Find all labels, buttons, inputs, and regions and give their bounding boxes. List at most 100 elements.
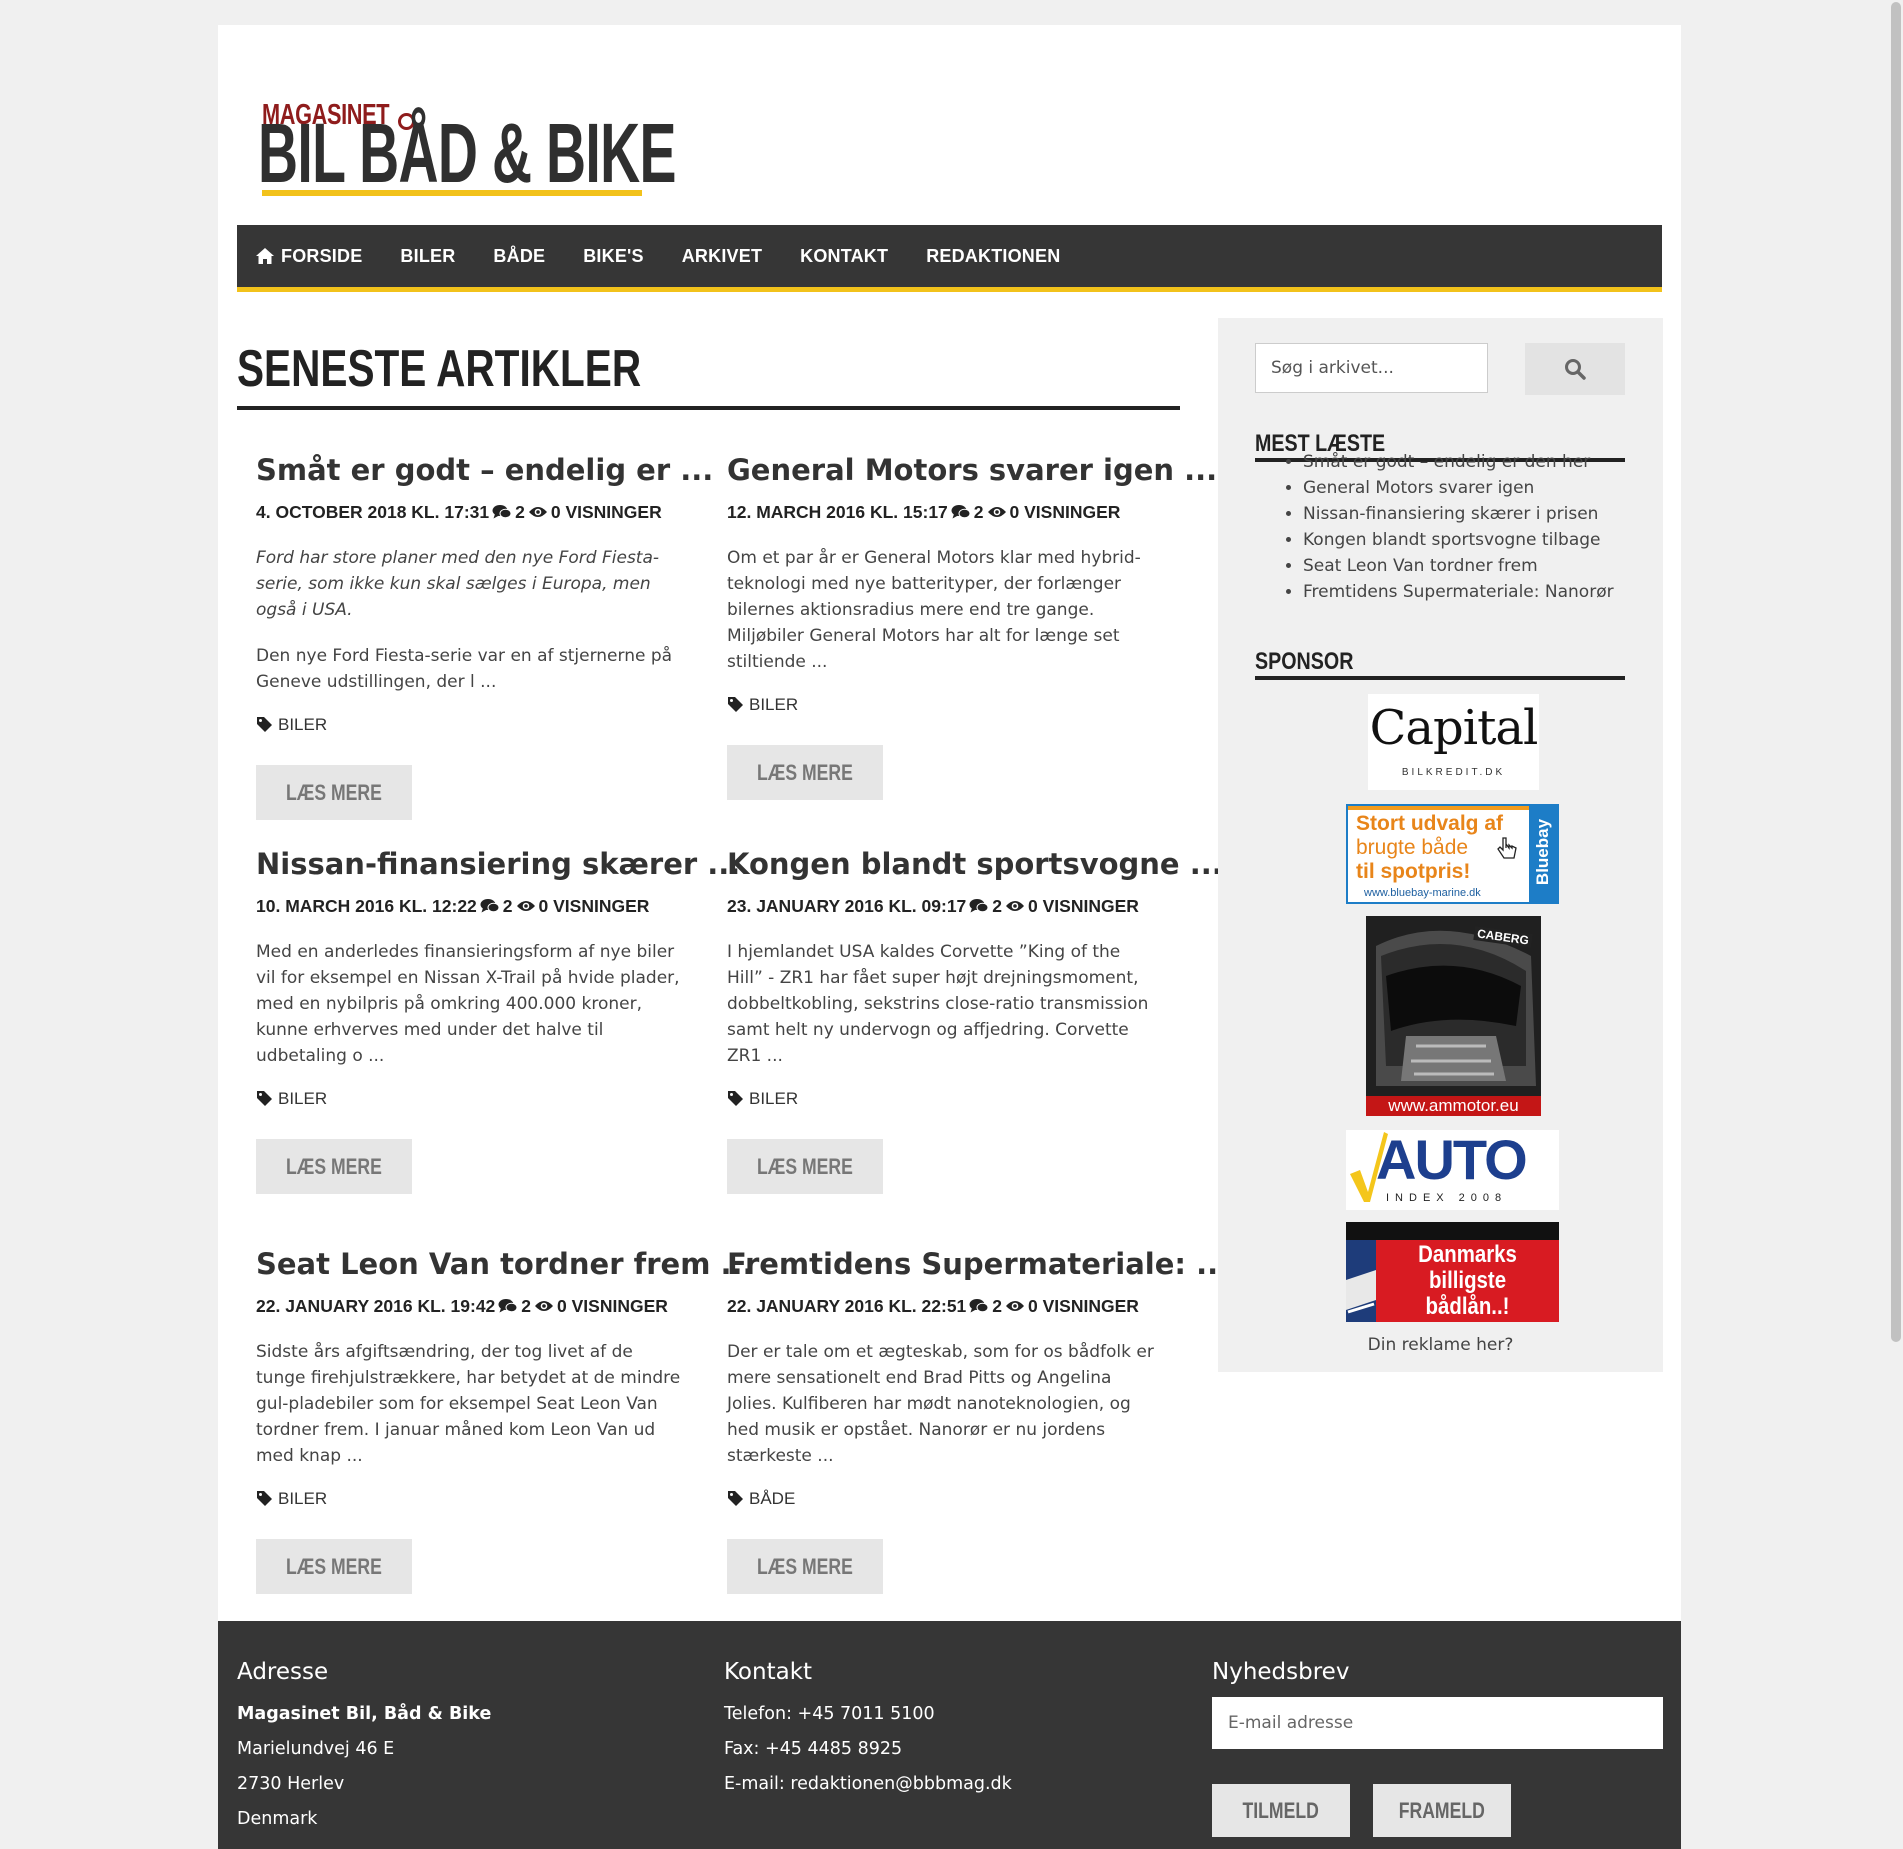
article-card: Nissan-finansiering skærer ... 10. MARCH… xyxy=(256,847,740,1194)
baadlaan-line1: Danmarks xyxy=(1418,1241,1517,1268)
capital-sub: BILKREDIT.DK xyxy=(1401,767,1506,778)
footer-phone[interactable]: Telefon: +45 7011 5100 xyxy=(724,1697,1012,1732)
sponsor-bluebay[interactable]: Stort udvalg af brugte både til spotpris… xyxy=(1346,804,1559,904)
most-read-item[interactable]: Nissan-finansiering skærer i prisen xyxy=(1303,501,1614,527)
article-tag-label: BILER xyxy=(749,1088,799,1108)
nav-item-kontakt[interactable]: KONTAKT xyxy=(781,246,907,267)
read-more-button[interactable]: LÆS MERE xyxy=(727,1138,883,1194)
search-button[interactable] xyxy=(1525,343,1625,395)
hand-cursor-icon xyxy=(1497,837,1517,859)
eye-icon xyxy=(516,901,535,912)
article-tag-label: BÅDE xyxy=(749,1488,796,1508)
article-title[interactable]: General Motors svarer igen ... xyxy=(727,453,1217,488)
article-comment-count[interactable]: 2 xyxy=(515,502,525,523)
scrollbar[interactable] xyxy=(1889,0,1903,1849)
article-date: 4. OCTOBER 2018 KL. 17:31 xyxy=(256,501,490,522)
sponsor-autoindex[interactable]: AUTO INDEX 2008 xyxy=(1346,1130,1559,1210)
search-input[interactable]: Søg i arkivet... xyxy=(1255,343,1488,393)
sponsor-baadlaan[interactable]: Danmarks billigste bådlån..! xyxy=(1346,1222,1559,1322)
article-body: Om et par år er General Motors klar med … xyxy=(727,547,1141,672)
sponsor-capital[interactable]: Capital BILKREDIT.DK xyxy=(1368,694,1539,790)
baadlaan-line2: billigste xyxy=(1428,1267,1507,1294)
article-views: 0 VISNINGER xyxy=(557,1295,668,1316)
article-comment-count[interactable]: 2 xyxy=(521,1296,531,1317)
article-comment-count[interactable]: 2 xyxy=(992,1296,1002,1317)
article-comment-count[interactable]: 2 xyxy=(992,896,1002,917)
article-body: Der er tale om et ægteskab, som for os b… xyxy=(727,1341,1154,1466)
unsubscribe-button[interactable]: FRAMELD xyxy=(1373,1784,1511,1837)
autoindex-name: AUTO xyxy=(1376,1128,1528,1191)
footer-address-title: Adresse xyxy=(237,1659,329,1685)
bluebay-stripe xyxy=(1348,806,1529,810)
main-nav: FORSIDE BILER BÅDE BIKE'S ARKIVET KONTAK… xyxy=(237,225,1662,292)
footer-newsletter-title: Nyhedsbrev xyxy=(1212,1659,1350,1685)
eye-icon xyxy=(528,507,547,518)
article-date: 10. MARCH 2016 KL. 12:22 xyxy=(256,895,477,916)
sidebar: Søg i arkivet... MEST LÆSTE Småt er godt… xyxy=(1218,318,1663,1372)
article-comment-count[interactable]: 2 xyxy=(503,896,513,917)
article-meta: 22. JANUARY 2016 KL. 19:42 2 0 VISNINGER xyxy=(256,1296,686,1317)
autoindex-sub: INDEX 2008 xyxy=(1386,1192,1508,1204)
tag-icon xyxy=(257,1091,272,1107)
ad-link[interactable]: Din reklame her? xyxy=(1218,1335,1663,1355)
bluebay-line1: Stort udvalg af xyxy=(1356,812,1504,835)
nav-item-redaktionen[interactable]: REDAKTIONEN xyxy=(907,246,1079,267)
most-read-item[interactable]: Småt er godt – endelig er den her xyxy=(1303,449,1614,475)
article-tag[interactable]: BILER xyxy=(727,695,1157,715)
footer: Adresse Magasinet Bil, Båd & Bike Mariel… xyxy=(218,1621,1681,1849)
article-body: Med en anderledes finansieringsform af n… xyxy=(256,941,680,1066)
most-read-item[interactable]: Kongen blandt sportsvogne tilbage xyxy=(1303,527,1614,553)
article-body: I hjemlandet USA kaldes Corvette ”King o… xyxy=(727,941,1149,1066)
read-more-button[interactable]: LÆS MERE xyxy=(256,1138,412,1194)
article-title[interactable]: Nissan-finansiering skærer ... xyxy=(256,847,740,882)
nav-item-arkivet[interactable]: ARKIVET xyxy=(663,246,781,267)
read-more-button[interactable]: LÆS MERE xyxy=(256,1538,412,1594)
section-divider xyxy=(237,406,1180,410)
most-read-item[interactable]: Fremtidens Supermateriale: Nanorør xyxy=(1303,579,1614,605)
nav-item-bikes[interactable]: BIKE'S xyxy=(564,246,663,267)
footer-country: Denmark xyxy=(237,1809,318,1829)
eye-icon xyxy=(1006,1301,1025,1312)
article-body: Den nye Ford Fiesta-serie var en af stje… xyxy=(256,645,673,692)
footer-city: 2730 Herlev xyxy=(237,1774,345,1794)
article-tag-label: BILER xyxy=(749,694,799,714)
article-title[interactable]: Kongen blandt sportsvogne ... xyxy=(727,847,1223,882)
article-body: Sidste års afgiftsændring, der tog livet… xyxy=(256,1341,681,1466)
sponsor-ammotor[interactable]: CABERG www.ammotor.eu xyxy=(1366,916,1541,1116)
sponsor-divider xyxy=(1255,676,1625,680)
article-title[interactable]: Seat Leon Van tordner frem ... xyxy=(256,1247,754,1282)
article-comment-count[interactable]: 2 xyxy=(974,502,984,523)
article-tag[interactable]: BILER xyxy=(256,1089,686,1109)
nav-item-biler[interactable]: BILER xyxy=(381,246,474,267)
article-tag[interactable]: BILER xyxy=(256,715,686,735)
footer-contact-title: Kontakt xyxy=(724,1659,813,1685)
footer-street: Marielundvej 46 E xyxy=(237,1739,395,1759)
nav-item-baade[interactable]: BÅDE xyxy=(474,246,564,267)
nav-item-forside[interactable]: FORSIDE xyxy=(237,246,381,267)
read-more-button[interactable]: LÆS MERE xyxy=(727,1538,883,1594)
article-views: 0 VISNINGER xyxy=(1028,895,1139,916)
most-read-item[interactable]: General Motors svarer igen xyxy=(1303,475,1614,501)
article-title[interactable]: Fremtidens Supermateriale: ... xyxy=(727,1247,1229,1282)
comments-icon xyxy=(498,1299,518,1313)
footer-email[interactable]: E-mail: redaktionen@bbbmag.dk xyxy=(724,1767,1012,1802)
read-more-button[interactable]: LÆS MERE xyxy=(727,744,883,800)
site-logo[interactable]: MAGASINET BIL BÅD & BIKE xyxy=(240,75,677,205)
sponsor-title: SPONSOR xyxy=(1255,648,1354,675)
article-tag[interactable]: BÅDE xyxy=(727,1489,1157,1509)
nav-label: FORSIDE xyxy=(281,245,363,266)
read-more-button[interactable]: LÆS MERE xyxy=(256,764,412,820)
most-read-item[interactable]: Seat Leon Van tordner frem xyxy=(1303,553,1614,579)
footer-newsletter: Nyhedsbrev E-mail adresse TILMELD FRAMEL… xyxy=(1212,1659,1663,1849)
article-title[interactable]: Småt er godt – endelig er ... xyxy=(256,453,713,488)
article-tag[interactable]: BILER xyxy=(727,1089,1157,1109)
newsletter-email-input[interactable]: E-mail adresse xyxy=(1212,1697,1663,1749)
article-tag-label: BILER xyxy=(278,1088,328,1108)
article-date: 12. MARCH 2016 KL. 15:17 xyxy=(727,501,948,522)
comments-icon xyxy=(969,899,989,913)
article-tag[interactable]: BILER xyxy=(256,1489,686,1509)
comments-icon xyxy=(969,1299,989,1313)
article-date: 22. JANUARY 2016 KL. 22:51 xyxy=(727,1295,967,1316)
scrollbar-thumb[interactable] xyxy=(1891,2,1901,1342)
subscribe-button[interactable]: TILMELD xyxy=(1212,1784,1350,1837)
